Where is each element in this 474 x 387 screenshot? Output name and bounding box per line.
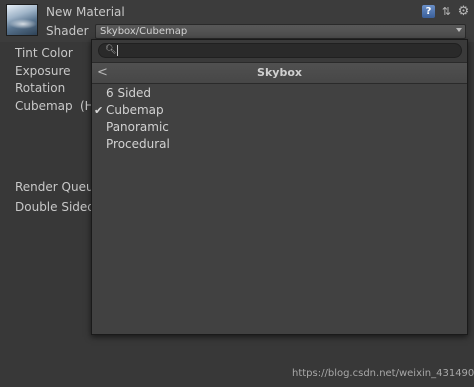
property-tint-color-label: Tint Color — [15, 46, 73, 60]
option-6-sided[interactable]: 6 Sided — [92, 85, 467, 102]
property-double-sided-label: Double Sided — [15, 200, 95, 214]
option-label: Panoramic — [106, 120, 169, 134]
option-label: Procedural — [106, 137, 170, 151]
option-label: Cubemap — [106, 103, 164, 117]
text-caret — [117, 45, 118, 56]
property-exposure-label: Exposure — [15, 64, 71, 78]
popup-title: Skybox — [257, 66, 302, 79]
option-cubemap[interactable]: ✔ Cubemap — [92, 102, 467, 119]
material-title: New Material — [46, 5, 125, 19]
search-icon: 🔍︎ — [105, 45, 117, 55]
checkmark-icon: ✔ — [94, 104, 104, 117]
option-procedural[interactable]: Procedural — [92, 136, 467, 153]
shader-dropdown[interactable]: Skybox/Cubemap — [95, 24, 466, 39]
property-cubemap-label: Cubemap — [15, 99, 73, 113]
material-preview-thumbnail[interactable] — [6, 4, 38, 36]
help-icon[interactable]: ? — [422, 5, 435, 18]
gear-icon[interactable]: ⚙ — [457, 5, 470, 18]
option-label: 6 Sided — [106, 86, 152, 100]
shader-options-list: 6 Sided ✔ Cubemap Panoramic Procedural — [92, 85, 467, 153]
popup-search-area: 🔍︎ — [92, 40, 467, 62]
shader-selection-popup: 🔍︎ < Skybox 6 Sided ✔ Cubemap Panoramic … — [91, 39, 468, 335]
chevron-down-icon — [456, 28, 462, 32]
option-panoramic[interactable]: Panoramic — [92, 119, 467, 136]
preset-icon[interactable]: ⇅ — [440, 5, 453, 18]
property-rotation-label: Rotation — [15, 81, 66, 95]
watermark-text: https://blog.csdn.net/weixin_43149049 — [292, 368, 474, 379]
shader-label: Shader — [46, 24, 89, 38]
property-render-queue-label: Render Queue — [15, 180, 101, 194]
search-input[interactable]: 🔍︎ — [98, 43, 462, 58]
popup-header: < Skybox — [92, 62, 467, 84]
